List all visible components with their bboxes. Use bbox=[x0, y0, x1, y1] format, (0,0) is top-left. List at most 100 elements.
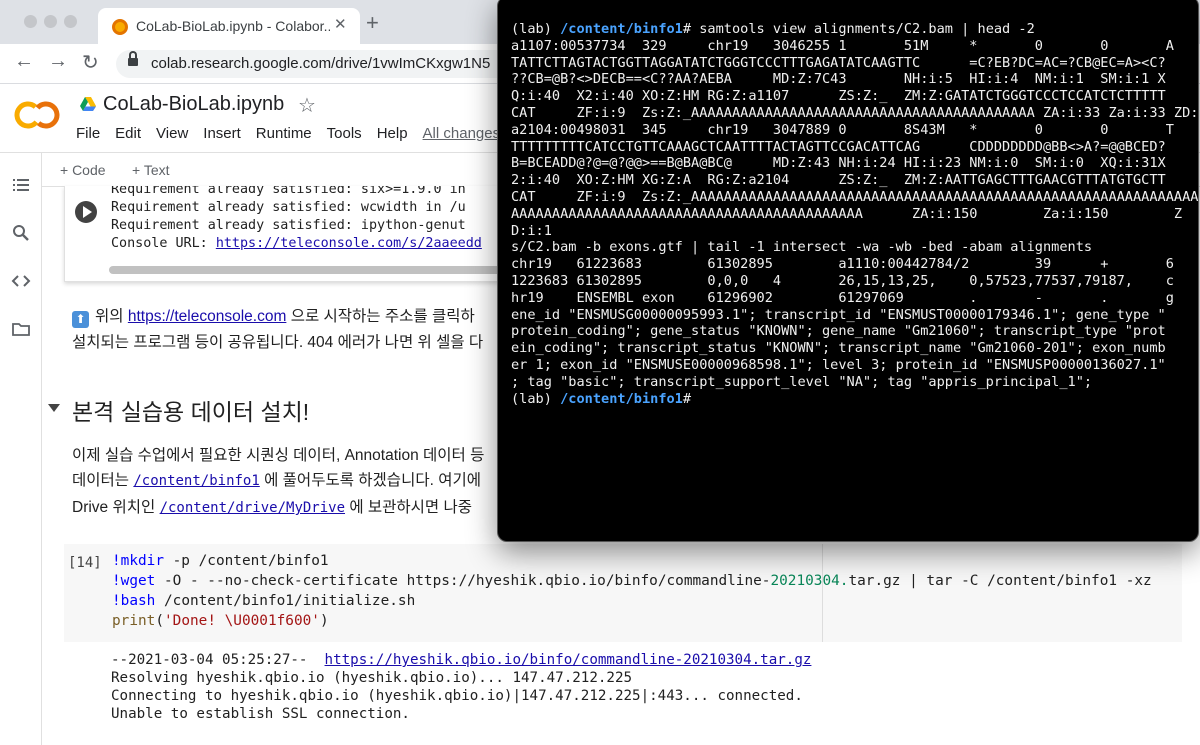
search-icon[interactable] bbox=[11, 223, 31, 243]
output-text: --2021-03-04 05:25:27-- bbox=[111, 652, 325, 668]
google-drive-icon[interactable] bbox=[80, 97, 96, 111]
menu-view[interactable]: View bbox=[156, 125, 188, 142]
code-line[interactable]: !bash /content/binfo1/initialize.sh bbox=[112, 593, 415, 609]
output-line: Requirement already satisfied: wcwidth i… bbox=[111, 200, 466, 215]
code-text: -p /content/binfo1 bbox=[163, 553, 329, 569]
forward-arrow-icon[interactable]: → bbox=[48, 50, 68, 73]
code-string: 'Done! \U0001f600' bbox=[164, 613, 320, 629]
function-name: print bbox=[112, 613, 156, 629]
terminal-line: s/C2.bam -b exons.gtf | tail -1 intersec… bbox=[511, 239, 1093, 256]
terminal-line: a2104:00498031 345 chr19 3047889 0 8S43M… bbox=[511, 121, 1174, 138]
colab-favicon-icon bbox=[112, 19, 128, 35]
menu-tools[interactable]: Tools bbox=[327, 125, 362, 142]
run-cell-play-icon[interactable] bbox=[75, 201, 97, 223]
code-snippets-icon[interactable] bbox=[11, 271, 31, 291]
table-of-contents-icon[interactable] bbox=[11, 175, 31, 195]
terminal-command: # samtools view alignments/C2.bam | head… bbox=[682, 21, 1035, 37]
left-sidebar bbox=[0, 153, 42, 745]
terminal-prompt-symbol: # bbox=[682, 390, 692, 407]
text-paragraph: ⬆ 위의 https://teleconsole.com 으로 시작하는 주소를 … bbox=[72, 304, 475, 328]
terminal-cwd: /content/binfo1 bbox=[560, 21, 683, 37]
code-cell[interactable]: [14] !mkdir -p /content/binfo1 !wget -O … bbox=[64, 544, 1182, 642]
text-paragraph: Drive 위치인 /content/drive/MyDrive 에 보관하시면… bbox=[72, 495, 472, 517]
path-link-mydrive[interactable]: /content/drive/MyDrive bbox=[160, 500, 345, 516]
teleconsole-link[interactable]: https://teleconsole.com bbox=[128, 308, 287, 325]
colab-logo-icon[interactable] bbox=[14, 99, 60, 131]
terminal-line: Q:i:40 X2:i:40 XO:Z:HM RG:Z:a1107 ZS:Z:_… bbox=[511, 88, 1166, 105]
path-link-binfo1[interactable]: /content/binfo1 bbox=[133, 473, 259, 489]
terminal-line: a1107:00537734 329 chr19 3046255 1 51M *… bbox=[511, 37, 1174, 54]
add-text-cell-button[interactable]: + Text bbox=[132, 162, 170, 178]
terminal-line: D:i:1 bbox=[511, 222, 552, 239]
output-line: Requirement already satisfied: six>=1.9.… bbox=[111, 186, 466, 197]
terminal-line: TATTCTTAGTACTGGTTAGGATATCTGGGTCCCTTTGAGA… bbox=[511, 54, 1166, 71]
code-text: -O - --no-check-certificate https://hyes… bbox=[155, 573, 771, 589]
terminal-cwd: /content/binfo1 bbox=[560, 390, 683, 407]
terminal-line: B=BCEADD@?@=@?@@>==B@BA@BC@ MD:Z:43 NH:i… bbox=[511, 155, 1166, 172]
download-url-link[interactable]: https://hyeshik.qbio.io/binfo/commandlin… bbox=[325, 652, 812, 668]
menu-help[interactable]: Help bbox=[377, 125, 408, 142]
para-text: 에 풀어두도록 하겠습니다. 여기에 bbox=[264, 472, 481, 489]
folder-icon[interactable] bbox=[11, 319, 31, 339]
terminal-window[interactable]: (lab) /content/binfo1# samtools view ali… bbox=[497, 0, 1199, 542]
terminal-line: ene_id "ENSMUSG00000095993.1"; transcrip… bbox=[511, 306, 1166, 323]
window-close-button[interactable] bbox=[24, 15, 37, 28]
console-url-link[interactable]: https://teleconsole.com/s/2aaeedd bbox=[216, 236, 482, 251]
up-arrow-icon: ⬆ bbox=[72, 311, 89, 328]
terminal-line: protein_coding"; gene_status "KNOWN"; ge… bbox=[511, 323, 1166, 340]
cell-output-panel: Requirement already satisfied: six>=1.9.… bbox=[64, 186, 504, 282]
terminal-line: AAAAAAAAAAAAAAAAAAAAAAAAAAAAAAAAAAAAAAAA… bbox=[511, 205, 1183, 222]
para-text: 설치되는 프로그램 등이 공유됩니다. 404 에러가 나면 위 셀을 다 bbox=[72, 334, 484, 351]
para-text: 위의 bbox=[95, 308, 124, 325]
star-icon[interactable]: ☆ bbox=[298, 93, 316, 118]
terminal-line: hr19 ENSEMBL exon 61296902 61297069 . - … bbox=[511, 289, 1174, 306]
url-text: colab.research.google.com/drive/1vwImCKx… bbox=[151, 55, 491, 72]
window-zoom-button[interactable] bbox=[64, 15, 77, 28]
terminal-line: ; tag "basic"; transcript_support_level … bbox=[511, 373, 1093, 390]
code-line[interactable]: print('Done! \U0001f600') bbox=[112, 613, 329, 629]
execution-count: [14] bbox=[68, 555, 102, 571]
cell-output-line: Unable to establish SSL connection. bbox=[111, 706, 410, 722]
shell-command: !wget bbox=[112, 573, 156, 589]
para-text: 에 보관하시면 나중 bbox=[349, 499, 473, 516]
terminal-output[interactable]: (lab) /content/binfo1# samtools view ali… bbox=[511, 21, 1199, 407]
terminal-env: (lab) bbox=[511, 390, 561, 407]
new-tab-icon[interactable]: + bbox=[366, 10, 379, 36]
terminal-line: 2:i:40 XO:Z:HM XG:Z:A RG:Z:a2104 ZS:Z:_ … bbox=[511, 172, 1166, 189]
code-text: /content/binfo1/initialize.sh bbox=[155, 593, 416, 609]
terminal-lines: a1107:00537734 329 chr19 3046255 1 51M *… bbox=[511, 37, 1199, 391]
notebook-title[interactable]: CoLab-BioLab.ipynb bbox=[103, 93, 284, 116]
tab-title: CoLab-BioLab.ipynb - Colabor... bbox=[136, 18, 330, 34]
cell-output-line: Resolving hyeshik.qbio.io (hyeshik.qbio.… bbox=[111, 670, 633, 686]
window-minimize-button[interactable] bbox=[44, 15, 57, 28]
console-url-label: Console URL: bbox=[111, 236, 216, 251]
menu-edit[interactable]: Edit bbox=[115, 125, 141, 142]
terminal-env: (lab) bbox=[511, 21, 561, 37]
terminal-line: er 1; exon_id "ENSMUSE00000968598.1"; le… bbox=[511, 356, 1166, 373]
menu-insert[interactable]: Insert bbox=[203, 125, 241, 142]
terminal-line: TTTTTTTTTCATCCTGTTCAAAGCTCAATTTTACTAGTTC… bbox=[511, 138, 1166, 155]
lock-icon bbox=[128, 51, 138, 68]
reload-icon[interactable]: ↻ bbox=[82, 50, 99, 75]
cell-output-line: Connecting to hyeshik.qbio.io (hyeshik.q… bbox=[111, 688, 803, 704]
code-text: ) bbox=[319, 613, 329, 629]
save-status-link[interactable]: All changes bbox=[423, 125, 501, 142]
para-text: Drive 위치인 bbox=[72, 499, 156, 516]
para-text: 으로 시작하는 주소를 클릭하 bbox=[290, 308, 475, 325]
tab-close-icon[interactable]: ✕ bbox=[334, 15, 347, 33]
code-line[interactable]: !wget -O - --no-check-certificate https:… bbox=[112, 573, 1152, 589]
horizontal-scrollbar[interactable] bbox=[109, 266, 503, 274]
terminal-line: CAT ZF:i:9 Zs:Z:_AAAAAAAAAAAAAAAAAAAAAAA… bbox=[511, 104, 1199, 121]
tab-colab-notebook[interactable]: CoLab-BioLab.ipynb - Colabor... ✕ bbox=[98, 8, 360, 44]
terminal-line: ??CB=@B?<>DECB==<C??AA?AEBA MD:Z:7C43 NH… bbox=[511, 71, 1166, 88]
back-arrow-icon[interactable]: ← bbox=[14, 50, 34, 73]
menu-runtime[interactable]: Runtime bbox=[256, 125, 312, 142]
cell-output-line: --2021-03-04 05:25:27-- https://hyeshik.… bbox=[111, 652, 811, 668]
menu-file[interactable]: File bbox=[76, 125, 100, 142]
para-text: 이제 실습 수업에서 필요한 시퀀싱 데이터, Annotation 데이터 등 bbox=[72, 447, 485, 464]
collapse-section-caret-icon[interactable] bbox=[48, 404, 60, 412]
section-heading: 본격 실습용 데이터 설치! bbox=[72, 399, 310, 425]
terminal-line: CAT ZF:i:9 Zs:Z:_AAAAAAAAAAAAAAAAAAAAAAA… bbox=[511, 188, 1199, 205]
add-code-cell-button[interactable]: + Code bbox=[60, 162, 106, 178]
code-line[interactable]: !mkdir -p /content/binfo1 bbox=[112, 553, 329, 569]
